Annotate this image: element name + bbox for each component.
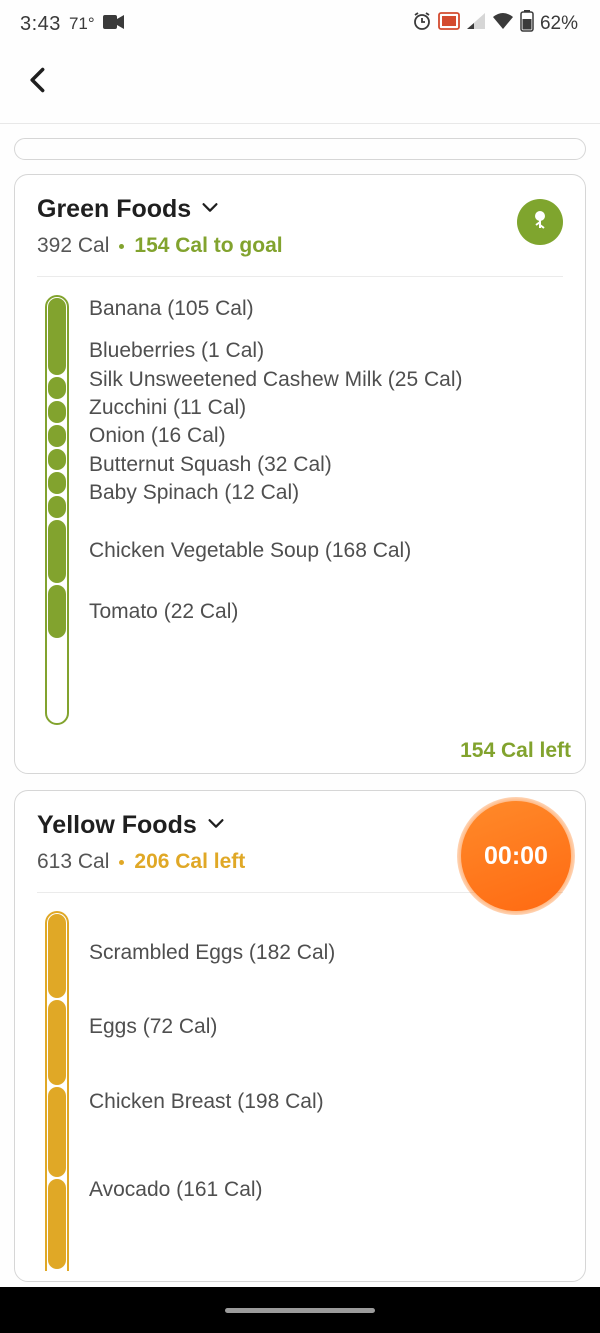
food-item[interactable]: Tomato (22 Cal): [89, 598, 567, 626]
chevron-down-icon: [205, 812, 227, 839]
camera-icon: [103, 13, 125, 36]
status-time: 3:43: [20, 13, 61, 36]
goal-cal: 206 Cal left: [134, 850, 245, 874]
food-item[interactable]: Onion (16 Cal): [89, 422, 567, 450]
food-item[interactable]: Chicken Vegetable Soup (168 Cal): [89, 537, 567, 565]
card-title: Yellow Foods: [37, 811, 197, 840]
wifi-icon: [492, 12, 514, 36]
green-badge[interactable]: [517, 199, 563, 245]
timer-bubble[interactable]: 00:00: [457, 797, 575, 915]
battery-text: 62%: [540, 13, 578, 35]
cast-icon: [438, 12, 460, 36]
food-item[interactable]: Zucchini (11 Cal): [89, 394, 567, 422]
progress-track: [45, 911, 71, 1271]
yellow-foods-card: 00:00 Yellow Foods 613 Cal 206 Cal left: [14, 790, 586, 1282]
signal-icon: [466, 12, 486, 36]
battery-icon: [520, 10, 534, 38]
food-item[interactable]: Avocado (161 Cal): [89, 1176, 567, 1204]
green-foods-toggle[interactable]: Green Foods: [37, 195, 283, 224]
dot-separator: [119, 244, 124, 249]
card-body: Banana (105 Cal) Blueberries (1 Cal) Sil…: [15, 277, 585, 733]
status-left: 3:43 71°: [20, 13, 125, 36]
food-item[interactable]: Eggs (72 Cal): [89, 1013, 567, 1041]
yellow-foods-toggle[interactable]: Yellow Foods: [37, 811, 245, 840]
nav-bar: [0, 1287, 600, 1333]
food-item[interactable]: Chicken Breast (198 Cal): [89, 1088, 567, 1116]
header-divider: [0, 123, 600, 124]
header: [0, 48, 600, 121]
food-items-list: Banana (105 Cal) Blueberries (1 Cal) Sil…: [89, 295, 567, 725]
progress-track: [45, 295, 71, 725]
card-body: Scrambled Eggs (182 Cal) Eggs (72 Cal) C…: [15, 893, 585, 1271]
dot-separator: [119, 860, 124, 865]
total-cal: 613 Cal: [37, 850, 109, 874]
food-items-list: Scrambled Eggs (182 Cal) Eggs (72 Cal) C…: [89, 911, 567, 1271]
card-title: Green Foods: [37, 195, 191, 224]
card-footer: 154 Cal left: [15, 733, 585, 763]
timer-text: 00:00: [484, 842, 548, 871]
goal-cal: 154 Cal to goal: [134, 234, 282, 258]
green-foods-card: Green Foods 392 Cal 154 Cal to goal: [14, 174, 586, 774]
empty-top-bar: [14, 138, 586, 160]
leaf-icon: [528, 208, 552, 237]
status-bar: 3:43 71° 62%: [0, 0, 600, 48]
card-subtitle: 613 Cal 206 Cal left: [37, 850, 245, 874]
food-item[interactable]: Silk Unsweetened Cashew Milk (25 Cal): [89, 366, 567, 394]
food-item[interactable]: Scrambled Eggs (182 Cal): [89, 939, 567, 967]
nav-handle[interactable]: [225, 1308, 375, 1313]
status-temp: 71°: [69, 14, 95, 34]
card-subtitle: 392 Cal 154 Cal to goal: [37, 234, 283, 258]
chevron-down-icon: [199, 196, 221, 223]
status-right: 62%: [412, 10, 578, 38]
food-item[interactable]: Banana (105 Cal): [89, 295, 567, 323]
card-header: Green Foods 392 Cal 154 Cal to goal: [15, 175, 585, 270]
alarm-icon: [412, 11, 432, 37]
food-item[interactable]: Blueberries (1 Cal): [89, 337, 567, 365]
food-item[interactable]: Baby Spinach (12 Cal): [89, 479, 567, 507]
food-item[interactable]: Butternut Squash (32 Cal): [89, 451, 567, 479]
back-button[interactable]: [24, 81, 52, 98]
total-cal: 392 Cal: [37, 234, 109, 258]
